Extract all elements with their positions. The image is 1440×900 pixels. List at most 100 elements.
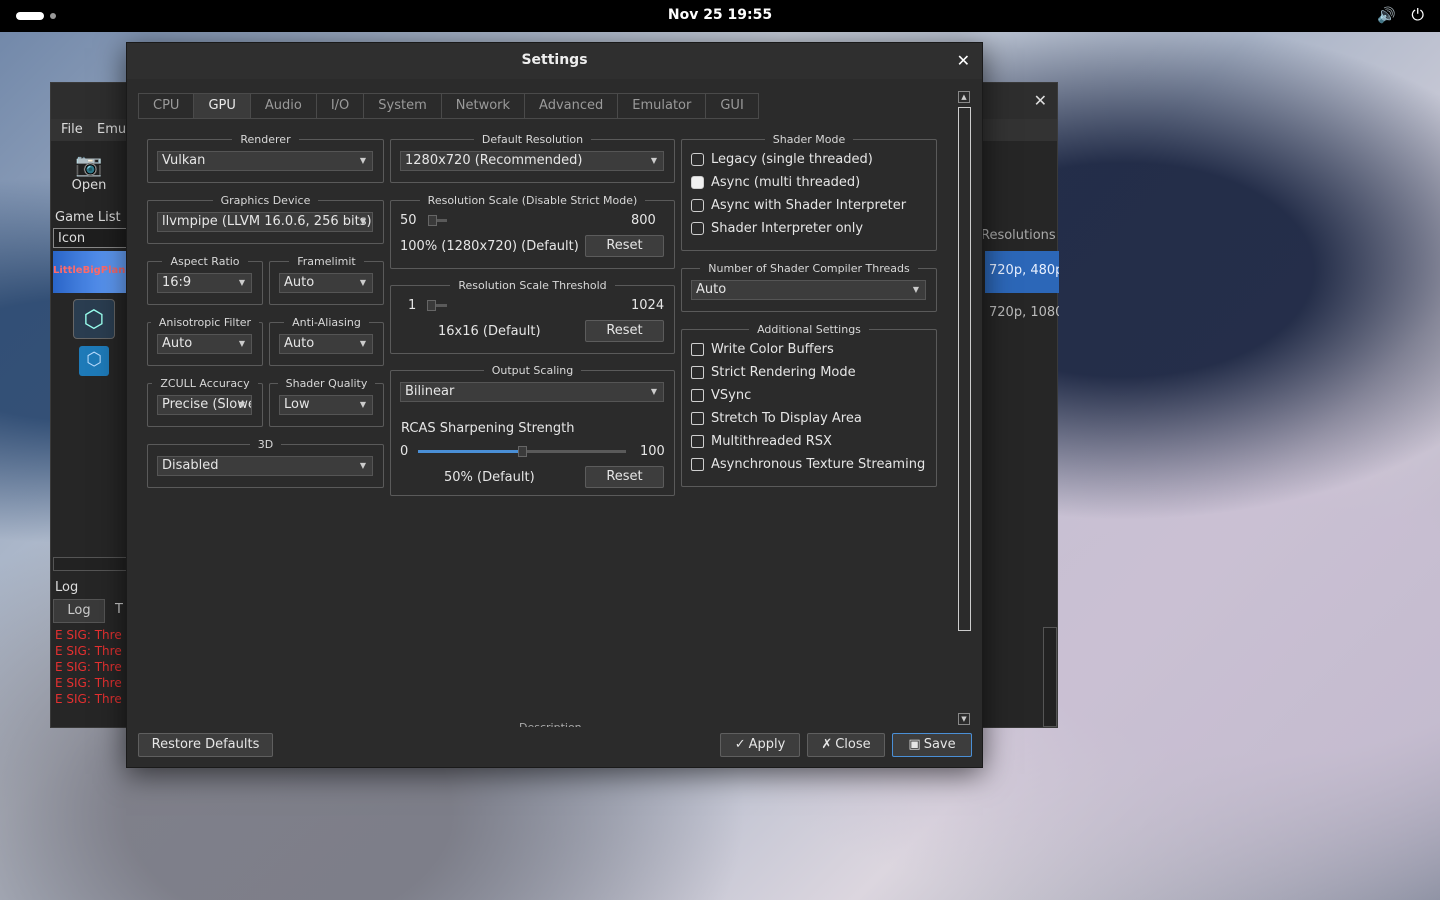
chevron-down-icon: ▼ (238, 400, 245, 409)
menu-emulation[interactable]: Emu (97, 122, 126, 137)
multithreaded-rsx-checkbox[interactable]: Multithreaded RSX (691, 434, 832, 449)
resolution-scale-status: 100% (1280x720) (Default) (400, 239, 579, 254)
graphics-device-value: llvmpipe (LLVM 16.0.6, 256 bits) (162, 214, 372, 229)
shader-mode-async-interpreter-radio[interactable]: Async with Shader Interpreter (691, 198, 906, 213)
chevron-down-icon: ▼ (359, 461, 366, 470)
vertical-scrollbar[interactable] (1043, 627, 1057, 727)
log-label: Log (55, 580, 79, 595)
resolution-threshold-reset-button[interactable]: Reset (585, 320, 664, 342)
horizontal-scrollbar[interactable] (53, 557, 127, 571)
tab-system[interactable]: System (363, 93, 441, 119)
renderer-legend: Renderer (240, 133, 291, 146)
tab-log[interactable]: Log (53, 599, 105, 623)
resolutions-column-header[interactable]: Resolutions (981, 228, 1057, 243)
compiler-threads-select[interactable]: Auto ▼ (691, 280, 926, 300)
dialog-titlebar: Settings ✕ (127, 43, 982, 79)
log-line: E SIG: Thre (55, 676, 122, 690)
game-thumbnail[interactable]: LittleBigPlanet (53, 251, 137, 293)
strict-rendering-checkbox[interactable]: Strict Rendering Mode (691, 365, 856, 380)
scroll-up-icon[interactable]: ▲ (958, 91, 970, 103)
resolution-scale-reset-button[interactable]: Reset (585, 235, 664, 257)
rcas-min: 0 (400, 444, 409, 459)
rcas-sharpening-handle[interactable] (518, 446, 527, 457)
output-scaling-select[interactable]: Bilinear ▼ (400, 382, 664, 402)
log-line: E SIG: Thre (55, 660, 122, 674)
tab-network[interactable]: Network (440, 93, 525, 119)
framelimit-select[interactable]: Auto ▼ (279, 273, 373, 293)
shader-mode-legend: Shader Mode (772, 133, 846, 146)
shader-mode-async-radio[interactable]: Async (multi threaded) (691, 175, 860, 190)
resolution-cell[interactable]: 720p, 1080 (985, 305, 1059, 320)
graphics-device-legend: Graphics Device (220, 194, 311, 207)
tab-gpu[interactable]: GPU (193, 93, 250, 119)
shader-mode-interpreter-only-radio[interactable]: Shader Interpreter only (691, 221, 863, 236)
shader-mode-legacy-radio[interactable]: Legacy (single threaded) (691, 152, 873, 167)
scroll-down-icon[interactable]: ▼ (958, 713, 970, 725)
chevron-down-icon: ▼ (359, 278, 366, 287)
anti-aliasing-select[interactable]: Auto ▼ (279, 334, 373, 354)
checkbox-indicator (691, 435, 704, 448)
close-button[interactable]: ✗ Close (807, 733, 885, 757)
scroll-thumb[interactable] (958, 107, 971, 631)
radio-label: Shader Interpreter only (711, 221, 864, 236)
three-d-value: Disabled (162, 458, 219, 473)
game-icon[interactable]: ⬡ (79, 346, 109, 376)
shader-quality-value: Low (284, 397, 310, 412)
resolution-cell[interactable]: 720p, 480p (985, 251, 1059, 293)
zcull-accuracy-select[interactable]: Precise (Slowest)▼ (157, 395, 252, 415)
write-color-buffers-checkbox[interactable]: Write Color Buffers (691, 342, 834, 357)
open-button[interactable]: 📷 Open (69, 153, 109, 193)
async-texture-streaming-checkbox[interactable]: Asynchronous Texture Streaming (691, 457, 925, 472)
close-icon[interactable]: ✕ (957, 51, 970, 70)
save-button[interactable]: ▣ Save (892, 733, 972, 757)
power-icon[interactable]: ⏻ (1411, 5, 1424, 25)
radio-indicator (691, 222, 704, 235)
anisotropic-filter-select[interactable]: Auto ▼ (157, 334, 252, 354)
tab-io[interactable]: I/O (315, 93, 364, 119)
tab-gui[interactable]: GUI (705, 93, 759, 119)
apply-label: Apply (748, 737, 786, 752)
radio-label: Legacy (single threaded) (711, 152, 873, 167)
settings-tabs: CPU GPU Audio I/O System Network Advance… (138, 93, 759, 119)
top-bar: Nov 25 19:55 🔊 ⏻ (0, 0, 1440, 32)
rcas-reset-button[interactable]: Reset (585, 466, 664, 488)
menu-file[interactable]: File (61, 122, 83, 137)
tab-advanced[interactable]: Advanced (524, 93, 618, 119)
volume-icon[interactable]: 🔊 (1377, 6, 1396, 24)
resolution-threshold-handle[interactable] (427, 300, 436, 311)
shader-quality-select[interactable]: Low ▼ (279, 395, 373, 415)
game-list-label: Game List (55, 210, 121, 225)
default-resolution-select[interactable]: 1280x720 (Recommended) ▼ (400, 151, 664, 171)
restore-defaults-button[interactable]: Restore Defaults (138, 733, 273, 757)
tab-audio[interactable]: Audio (249, 93, 316, 119)
game-icon[interactable]: ⬡ (73, 299, 115, 339)
workspace-dot[interactable] (50, 13, 56, 19)
graphics-device-select[interactable]: llvmpipe (LLVM 16.0.6, 256 bits) ▼ (157, 212, 373, 232)
radio-indicator (691, 176, 704, 189)
activities-indicator[interactable] (16, 12, 44, 20)
framelimit-value: Auto (284, 275, 315, 290)
three-d-legend: 3D (257, 438, 274, 451)
log-line: E SIG: Thre (55, 692, 122, 706)
resolution-scale-handle[interactable] (427, 215, 437, 226)
tab-cpu[interactable]: CPU (138, 93, 194, 119)
open-label: Open (71, 178, 107, 193)
checkbox-label: Asynchronous Texture Streaming (711, 457, 926, 472)
aspect-ratio-select[interactable]: 16:9 ▼ (157, 273, 252, 293)
stretch-display-checkbox[interactable]: Stretch To Display Area (691, 411, 862, 426)
settings-vertical-scrollbar[interactable]: ▲ ▼ (958, 91, 972, 727)
radio-label: Async (multi threaded) (711, 175, 861, 190)
tab-emulator[interactable]: Emulator (617, 93, 706, 119)
anti-aliasing-legend: Anti-Aliasing (292, 316, 361, 329)
apply-button[interactable]: ✓ Apply (720, 733, 800, 757)
icon-column-header[interactable]: Icon (53, 228, 127, 248)
checkbox-indicator (691, 412, 704, 425)
renderer-select[interactable]: Vulkan ▼ (157, 151, 373, 171)
close-icon[interactable]: ✕ (1034, 91, 1047, 110)
check-icon: ✓ (734, 737, 746, 752)
three-d-select[interactable]: Disabled ▼ (157, 456, 373, 476)
clock[interactable]: Nov 25 19:55 (0, 7, 1440, 23)
vsync-checkbox[interactable]: VSync (691, 388, 751, 403)
chevron-down-icon: ▼ (359, 339, 366, 348)
chevron-down-icon: ▼ (359, 400, 366, 409)
